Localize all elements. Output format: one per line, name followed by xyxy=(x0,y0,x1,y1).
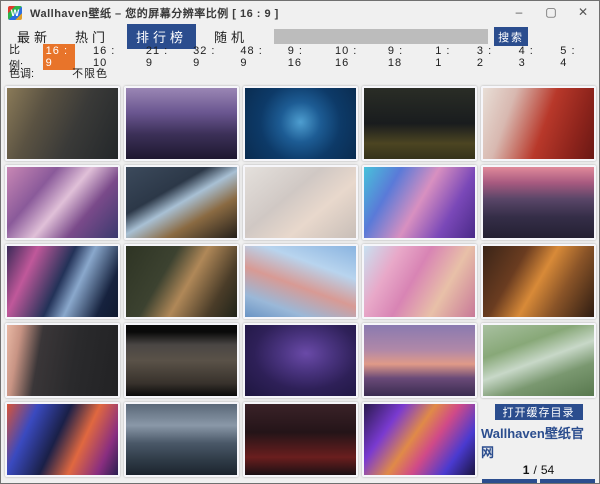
thumb-night-village-moon-field[interactable] xyxy=(362,86,477,161)
ratio-option-4-3[interactable]: 4 : 3 xyxy=(516,44,543,70)
page-total: 54 xyxy=(541,463,554,477)
page-indicator: 1 / 54 xyxy=(523,463,554,477)
pagination-buttons: ❮ ❯ xyxy=(482,479,595,484)
tone-label: 色调: xyxy=(9,65,34,81)
wallpaper-grid: 打开缓存目录 Wallhaven壁纸官网 1 / 54 ❮ ❯ xyxy=(5,86,599,477)
thumb-fantasy-characters-orange-glow[interactable] xyxy=(481,244,596,319)
ratio-option-9-16[interactable]: 9 : 16 xyxy=(285,44,317,70)
thumb-purple-sunset-city-skyline[interactable] xyxy=(124,86,239,161)
thumb-cozy-desk-glowing-monitor[interactable] xyxy=(124,165,239,240)
minimize-icon[interactable]: – xyxy=(503,1,535,24)
titlebar: W Wallhaven壁纸 – 您的屏幕分辨率比例 [ 16 : 9 ] – ▢… xyxy=(1,1,599,24)
thumb-red-kimono-girl-umbrella[interactable] xyxy=(481,86,596,161)
ratio-option-48-9[interactable]: 48 : 9 xyxy=(237,44,269,70)
thumb-green-street-trees[interactable] xyxy=(481,323,596,398)
ratio-option-32-9[interactable]: 32 : 9 xyxy=(190,44,222,70)
thumb-star-trails-sunset-mountains[interactable] xyxy=(362,323,477,398)
ratio-option-10-16[interactable]: 10 : 16 xyxy=(332,44,370,70)
page-separator: / xyxy=(533,463,536,477)
ratio-option-3-2[interactable]: 3 : 2 xyxy=(474,44,501,70)
thumb-pink-hair-girl-selfie[interactable] xyxy=(362,244,477,319)
ratio-option-16-9[interactable]: 16 : 9 xyxy=(43,44,75,70)
next-page-button[interactable]: ❯ xyxy=(540,479,595,484)
maximize-icon[interactable]: ▢ xyxy=(535,1,567,24)
thumb-jellyfish-aquarium-girl[interactable] xyxy=(362,165,477,240)
thumb-glowing-cube-blue[interactable] xyxy=(243,86,358,161)
window-controls: – ▢ ✕ xyxy=(503,1,599,24)
tone-option-unlimited[interactable]: 不限色 xyxy=(72,65,108,81)
ratio-filter-row: 比例: 16 : 9 16 : 10 21 : 9 32 : 9 48 : 9 … xyxy=(1,49,599,65)
thumb-red-blue-crystal-abstract[interactable] xyxy=(5,402,120,477)
search-input[interactable] xyxy=(274,29,488,44)
thumb-hogwarts-castle-cliff[interactable] xyxy=(124,402,239,477)
app-window: W Wallhaven壁纸 – 您的屏幕分辨率比例 [ 16 : 9 ] – ▢… xyxy=(0,0,600,484)
thumb-colorful-nebula-galaxy[interactable] xyxy=(362,402,477,477)
thumb-tattoo-back-girl-dark[interactable] xyxy=(124,244,239,319)
thumb-purple-starry-night-sky[interactable] xyxy=(243,323,358,398)
bottom-right-panel: 打开缓存目录 Wallhaven壁纸官网 1 / 54 ❮ ❯ xyxy=(481,402,596,477)
close-icon[interactable]: ✕ xyxy=(567,1,599,24)
thumb-anime-girl-airplane-cockpit[interactable] xyxy=(5,86,120,161)
thumb-denim-shorts-figure-dark[interactable] xyxy=(5,323,120,398)
thumb-two-boys-doorway-cinematic[interactable] xyxy=(124,323,239,398)
thumb-pink-clouds-skeleton-landscape[interactable] xyxy=(481,165,596,240)
app-logo-icon: W xyxy=(8,6,22,20)
thumb-waterfall-cave-pink-blossoms[interactable] xyxy=(5,244,120,319)
official-site-link[interactable]: Wallhaven壁纸官网 xyxy=(481,423,596,461)
ratio-option-5-4[interactable]: 5 : 4 xyxy=(557,44,584,70)
ratio-option-21-9[interactable]: 21 : 9 xyxy=(143,44,175,70)
thumb-hand-reaching-light-sky[interactable] xyxy=(243,244,358,319)
prev-page-button[interactable]: ❮ xyxy=(482,479,537,484)
ratio-option-1-1[interactable]: 1 : 1 xyxy=(432,44,459,70)
ratio-option-9-18[interactable]: 9 : 18 xyxy=(385,44,417,70)
thumb-pale-elf-girl-portrait[interactable] xyxy=(243,165,358,240)
open-cache-dir-button[interactable]: 打开缓存目录 xyxy=(495,404,583,420)
window-title: Wallhaven壁纸 – 您的屏幕分辨率比例 [ 16 : 9 ] xyxy=(30,5,279,21)
thumb-dark-red-night-landscape[interactable] xyxy=(243,402,358,477)
page-current: 1 xyxy=(523,463,530,477)
thumb-pink-hair-photo-collage[interactable] xyxy=(5,165,120,240)
